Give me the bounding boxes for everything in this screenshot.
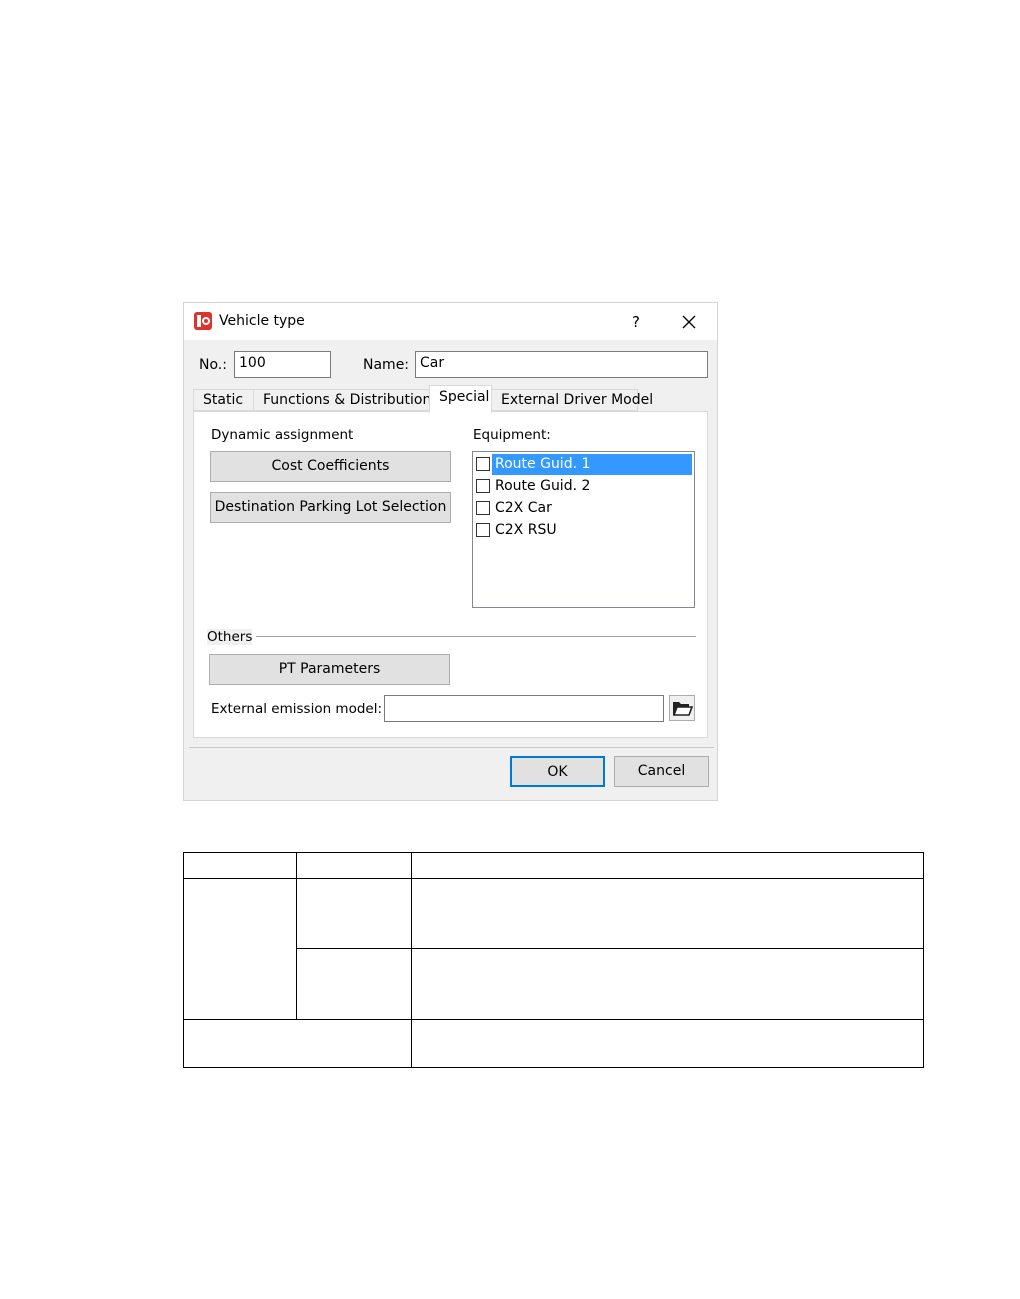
tab-external-driver-model[interactable]: External Driver Model (491, 389, 653, 411)
vissim-app-icon (194, 312, 212, 330)
external-emission-model-label: External emission model: (211, 701, 383, 717)
browse-folder-button[interactable] (669, 695, 695, 721)
dialog-title: Vehicle type (219, 313, 305, 329)
cancel-button[interactable]: Cancel (614, 756, 709, 787)
equipment-item-route-guid-2[interactable]: Route Guid. 2 (475, 476, 692, 498)
table-cell (411, 948, 924, 1020)
tab-static[interactable]: Static (193, 389, 254, 411)
table-cell (183, 878, 297, 1020)
pt-parameters-button[interactable]: PT Parameters (209, 654, 450, 685)
special-tab-panel: Dynamic assignment Cost Coefficients Des… (193, 411, 708, 738)
table-cell (411, 878, 924, 949)
folder-open-icon (672, 702, 694, 716)
cost-coefficients-button[interactable]: Cost Coefficients (210, 451, 451, 482)
checkbox[interactable] (476, 501, 490, 515)
no-label: No.: (199, 357, 227, 373)
table-cell (183, 852, 297, 879)
checkbox[interactable] (476, 457, 490, 471)
table-cell (296, 948, 412, 1020)
no-input[interactable]: 100 (234, 351, 331, 378)
equipment-item-c2x-car[interactable]: C2X Car (475, 498, 692, 520)
blank-table (183, 852, 924, 1068)
ok-button[interactable]: OK (510, 756, 605, 787)
others-group-label: Others (207, 629, 253, 645)
close-button[interactable] (674, 309, 704, 335)
name-input[interactable]: Car (415, 351, 708, 378)
vehicle-type-dialog: Vehicle type ? No.: 100 Name: Car Static… (183, 302, 718, 801)
equipment-item-c2x-rsu[interactable]: C2X RSU (475, 520, 692, 542)
checkbox[interactable] (476, 479, 490, 493)
table-cell (296, 852, 412, 879)
table-cell (183, 1019, 412, 1068)
footer-separator (189, 747, 714, 748)
equipment-label: Equipment: (473, 427, 551, 443)
name-label: Name: (363, 357, 410, 373)
equipment-item-route-guid-1[interactable]: Route Guid. 1 (475, 454, 692, 476)
title-bar: Vehicle type ? (184, 303, 717, 340)
dynamic-assignment-label: Dynamic assignment (211, 427, 354, 443)
table-cell (411, 1019, 924, 1068)
table-cell (411, 852, 924, 879)
tab-special[interactable]: Special (429, 385, 492, 413)
destination-parking-lot-selection-button[interactable]: Destination Parking Lot Selection (210, 492, 451, 523)
checkbox[interactable] (476, 523, 490, 537)
close-icon (682, 315, 696, 329)
tab-functions-distributions[interactable]: Functions & Distributions (253, 389, 439, 411)
equipment-list[interactable]: Route Guid. 1 Route Guid. 2 C2X Car C2X … (472, 451, 695, 608)
help-icon: ? (632, 313, 640, 331)
others-separator (256, 636, 696, 637)
external-emission-model-input[interactable] (384, 695, 664, 722)
table-cell (296, 878, 412, 949)
help-button[interactable]: ? (622, 309, 650, 335)
